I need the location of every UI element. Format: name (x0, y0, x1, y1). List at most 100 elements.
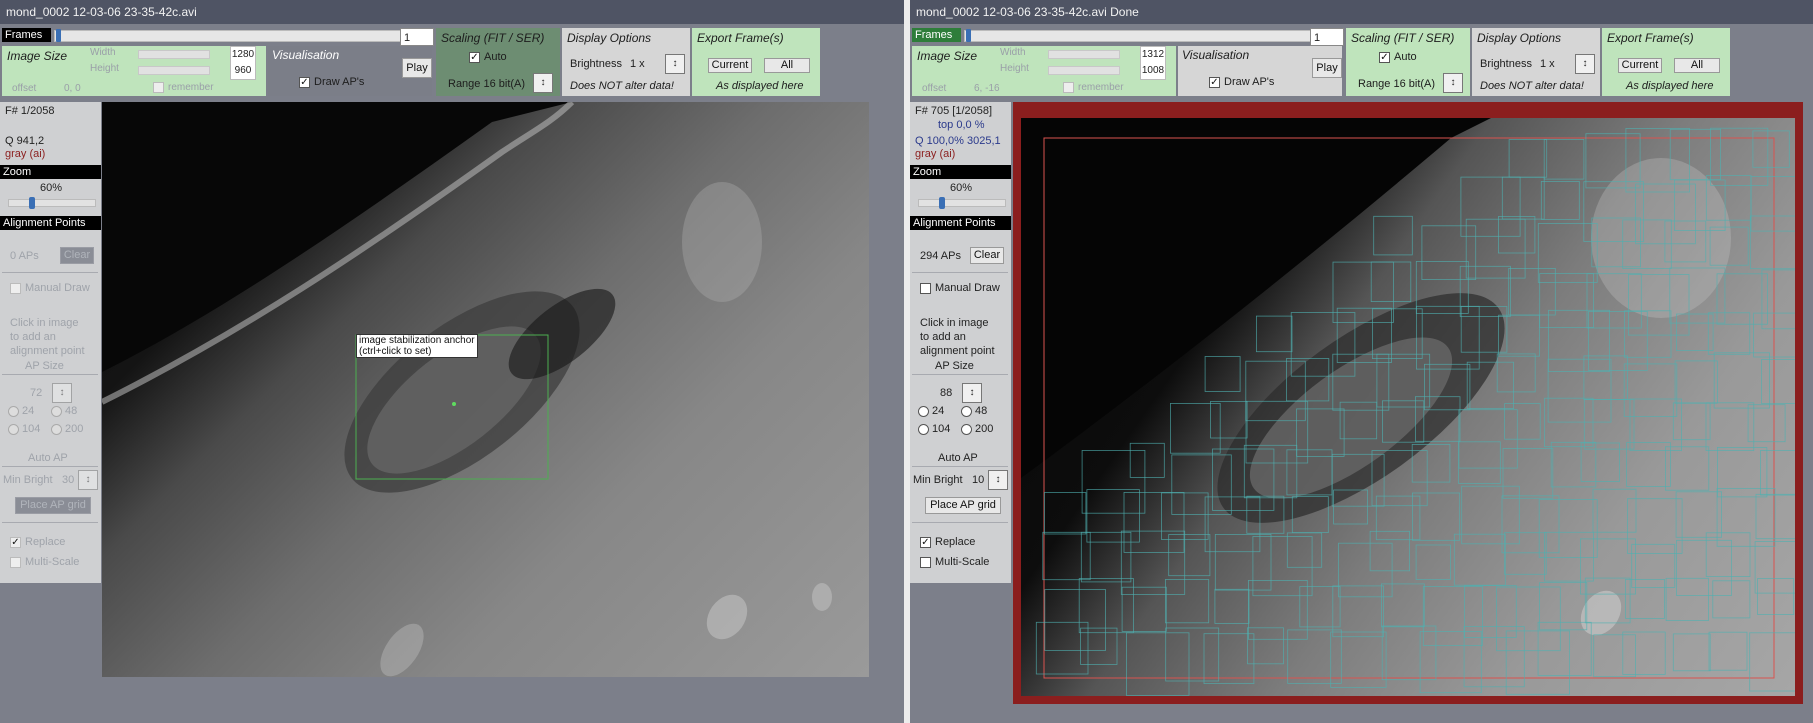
alignment-point-box[interactable] (1169, 402, 1221, 454)
alignment-point-box[interactable] (1373, 215, 1413, 256)
alignment-point-box[interactable] (1461, 485, 1520, 545)
moon-image[interactable] (1021, 118, 1795, 696)
alignment-point-box[interactable] (1411, 492, 1461, 541)
auto-scaling-checkbox[interactable]: ✓ (469, 52, 480, 63)
alignment-point-box[interactable] (1380, 583, 1425, 628)
min-bright-adjust-icon[interactable]: ↕ (78, 470, 98, 490)
alignment-point-box[interactable] (1754, 541, 1795, 594)
ap-size-48-radio[interactable] (51, 406, 62, 417)
alignment-point-box[interactable] (1214, 588, 1250, 624)
alignment-point-box[interactable] (1622, 631, 1666, 675)
replace-checkbox[interactable]: ✓ (920, 537, 931, 548)
alignment-point-box[interactable] (1592, 488, 1637, 533)
alignment-point-box[interactable] (1750, 176, 1795, 232)
ap-size-adjust-icon[interactable]: ↕ (962, 383, 982, 403)
alignment-point-box[interactable] (1123, 491, 1185, 553)
alignment-point-box[interactable] (1287, 629, 1342, 684)
alignment-point-box[interactable] (1214, 533, 1272, 591)
alignment-point-box[interactable] (1121, 586, 1167, 632)
alignment-point-box[interactable] (1330, 631, 1387, 688)
ap-size-adjust-icon[interactable]: ↕ (52, 383, 72, 403)
frame-slider-thumb[interactable] (56, 29, 61, 42)
alignment-point-box[interactable] (1583, 355, 1628, 400)
alignment-point-box[interactable] (1665, 577, 1709, 621)
alignment-point-box[interactable] (1501, 495, 1560, 554)
zoom-slider-thumb[interactable] (29, 197, 35, 209)
alignment-point-box[interactable] (1672, 633, 1711, 672)
alignment-point-box[interactable] (1498, 314, 1541, 357)
brightness-adjust-icon[interactable]: ↕ (1575, 54, 1595, 74)
frame-number-input[interactable]: 1 (1310, 28, 1344, 46)
alignment-point-box[interactable] (1538, 499, 1598, 558)
frame-number-input[interactable]: 1 (400, 28, 434, 46)
alignment-point-box[interactable] (1717, 446, 1768, 498)
zoom-slider[interactable] (8, 197, 96, 209)
frame-slider[interactable] (964, 29, 1344, 42)
alignment-point-box[interactable] (1497, 216, 1536, 254)
alignment-point-box[interactable] (1539, 582, 1588, 631)
alignment-point-box[interactable] (1078, 578, 1134, 634)
alignment-point-box[interactable] (1588, 311, 1648, 371)
alignment-point-box[interactable] (1247, 627, 1284, 665)
frame-slider-thumb[interactable] (966, 29, 971, 42)
alignment-point-box[interactable] (1165, 627, 1220, 682)
alignment-point-box[interactable] (1465, 218, 1526, 279)
alignment-point-box[interactable] (1537, 621, 1592, 676)
height-slider[interactable] (1048, 66, 1120, 75)
alignment-point-box[interactable] (1501, 176, 1545, 220)
alignment-point-box[interactable] (1044, 589, 1106, 651)
alignment-point-box[interactable] (1164, 579, 1210, 624)
clear-aps-button[interactable]: Clear (970, 247, 1004, 264)
alignment-point-box[interactable] (1540, 181, 1580, 220)
remember-checkbox[interactable] (153, 82, 164, 93)
alignment-point-box[interactable] (1508, 267, 1556, 316)
alignment-point-box[interactable] (1502, 448, 1554, 499)
export-all-button[interactable]: All (764, 58, 810, 73)
manual-draw-checkbox[interactable] (920, 283, 931, 294)
place-ap-grid-button[interactable]: Place AP grid (925, 497, 1001, 514)
alignment-point-box[interactable] (1672, 402, 1711, 441)
alignment-point-box[interactable] (1415, 544, 1451, 580)
width-slider[interactable] (138, 50, 210, 59)
alignment-point-box[interactable] (1705, 402, 1755, 451)
alignment-point-box[interactable] (1168, 534, 1211, 577)
alignment-point-box[interactable] (1419, 631, 1482, 694)
range-adjust-icon[interactable]: ↕ (533, 73, 553, 93)
alignment-point-box[interactable] (1370, 261, 1412, 302)
export-all-button[interactable]: All (1674, 58, 1720, 73)
ap-size-48-radio[interactable] (961, 406, 972, 417)
frame-slider[interactable] (54, 29, 434, 42)
alignment-point-box[interactable] (1204, 356, 1241, 392)
alignment-point-box[interactable] (1286, 532, 1323, 568)
alignment-point-box[interactable] (1458, 441, 1501, 484)
alignment-point-box[interactable] (1375, 495, 1421, 541)
alignment-point-box[interactable] (1665, 446, 1710, 491)
alignment-point-box[interactable] (1504, 532, 1547, 575)
alignment-point-box[interactable] (1752, 130, 1790, 168)
moon-image[interactable]: image stabilization anchor (ctrl+click t… (102, 102, 869, 677)
alignment-point-box[interactable] (1631, 543, 1676, 588)
alignment-point-box[interactable] (1247, 579, 1308, 640)
play-button[interactable]: Play (402, 58, 432, 78)
range-adjust-icon[interactable]: ↕ (1443, 73, 1463, 93)
alignment-point-box[interactable] (1761, 269, 1795, 330)
alignment-point-box[interactable] (1338, 542, 1393, 598)
alignment-point-box[interactable] (1043, 492, 1087, 535)
brightness-adjust-icon[interactable]: ↕ (665, 54, 685, 74)
alignment-point-box[interactable] (1539, 273, 1595, 328)
alignment-point-box[interactable] (1708, 631, 1748, 671)
min-bright-adjust-icon[interactable]: ↕ (988, 470, 1008, 490)
manual-draw-checkbox[interactable] (10, 283, 21, 294)
draw-aps-checkbox[interactable]: ✓ (299, 77, 310, 88)
alignment-point-box[interactable] (1757, 578, 1795, 615)
alignment-point-box[interactable] (1755, 493, 1795, 540)
multiscale-checkbox[interactable] (920, 557, 931, 568)
ap-size-24-radio[interactable] (8, 406, 19, 417)
alignment-point-box[interactable] (1705, 532, 1751, 577)
multiscale-checkbox[interactable] (10, 557, 21, 568)
alignment-point-box[interactable] (1593, 634, 1637, 678)
alignment-point-box[interactable] (1749, 632, 1795, 692)
ap-size-104-radio[interactable] (8, 424, 19, 435)
ap-size-200-radio[interactable] (51, 424, 62, 435)
replace-checkbox[interactable]: ✓ (10, 537, 21, 548)
